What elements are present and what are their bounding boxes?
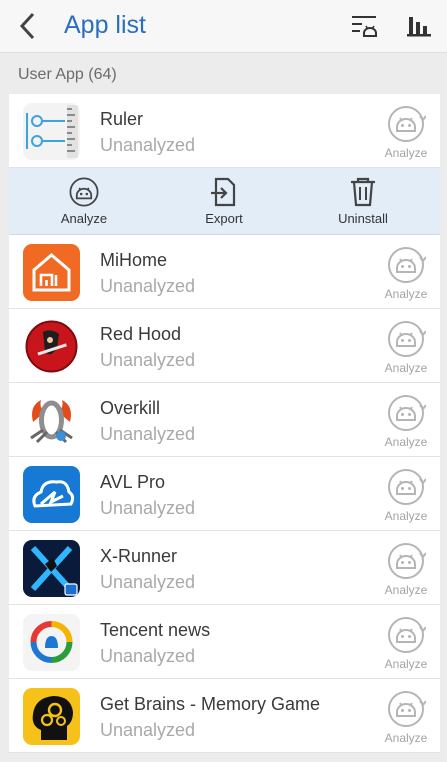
uninstall-label: Uninstall (338, 211, 388, 226)
red-hood-app-icon (23, 318, 80, 375)
get-brains-app-icon (23, 688, 80, 745)
app-name: MiHome (100, 250, 168, 270)
mihome-app-icon (23, 244, 80, 301)
analyze-action-label: Analyze (60, 211, 108, 226)
analyze-label: Analyze (384, 287, 428, 301)
list-item[interactable]: MiHome Unanalyzed Analyze (9, 235, 440, 309)
analyze-label: Analyze (384, 361, 428, 375)
list-item[interactable]: AVL Pro Unanalyzed Analyze (9, 457, 440, 531)
app-status: Unanalyzed (100, 572, 196, 592)
tencent-news-app-icon (23, 614, 80, 671)
analyze-icon (386, 467, 426, 507)
analyze-icon (386, 615, 426, 655)
analyze-button[interactable]: Analyze (378, 615, 434, 673)
export-icon (211, 177, 236, 207)
back-arrow-icon[interactable] (14, 10, 42, 42)
app-name: Tencent news (100, 620, 211, 640)
trash-icon (351, 177, 375, 207)
avl-pro-app-icon (23, 466, 80, 523)
analyze-label: Analyze (384, 731, 428, 745)
ruler-app-icon (23, 103, 80, 160)
analyze-icon (386, 319, 426, 359)
list-item[interactable]: Ruler Unanalyzed Analyze (9, 94, 440, 168)
app-name: Get Brains - Memory Game (100, 694, 321, 714)
analyze-icon (386, 541, 426, 581)
analyze-button[interactable]: Analyze (378, 467, 434, 525)
app-name: AVL Pro (100, 472, 166, 492)
analyze-button[interactable]: Analyze (378, 245, 434, 303)
app-name: Ruler (100, 109, 144, 129)
list-item[interactable]: Red Hood Unanalyzed Analyze (9, 309, 440, 383)
analyze-label: Analyze (384, 509, 428, 523)
list-item[interactable]: X-Runner Unanalyzed Analyze (9, 531, 440, 605)
analyze-icon (386, 245, 426, 285)
export-label: Export (205, 211, 243, 226)
app-status: Unanalyzed (100, 424, 196, 444)
analyze-label: Analyze (384, 435, 428, 449)
analyze-icon (386, 393, 426, 433)
app-status: Unanalyzed (100, 498, 196, 518)
overkill-app-icon (23, 392, 80, 449)
analyze-icon (386, 689, 426, 729)
export-button[interactable]: Export (184, 176, 264, 226)
list-item[interactable]: Tencent news Unanalyzed Analyze (9, 605, 440, 679)
analyze-label: Analyze (384, 146, 428, 160)
bar-chart-icon[interactable] (406, 13, 434, 39)
analyze-label: Analyze (384, 583, 428, 597)
filter-android-icon[interactable] (350, 13, 378, 39)
section-header: User App (64) (18, 66, 117, 83)
analyze-icon (386, 104, 426, 144)
uninstall-button[interactable]: Uninstall (323, 176, 403, 226)
list-item[interactable]: Overkill Unanalyzed Analyze (9, 383, 440, 457)
top-app-bar: App list (0, 0, 447, 53)
app-name: Overkill (100, 398, 161, 418)
analyze-icon (69, 177, 99, 207)
list-item[interactable]: Get Brains - Memory Game Unanalyzed Anal… (9, 679, 440, 753)
app-action-bar: Analyze Export Uninstall (9, 168, 440, 235)
app-name: Red Hood (100, 324, 182, 344)
analyze-button[interactable]: Analyze (378, 319, 434, 377)
analyze-button[interactable]: Analyze (378, 104, 434, 162)
app-status: Unanalyzed (100, 135, 196, 155)
analyze-button[interactable]: Analyze (378, 541, 434, 599)
analyze-button[interactable]: Analyze (378, 393, 434, 451)
analyze-button[interactable]: Analyze (378, 689, 434, 747)
app-name: X-Runner (100, 546, 178, 566)
analyze-action-button[interactable]: Analyze (44, 176, 124, 226)
app-status: Unanalyzed (100, 646, 196, 666)
x-runner-app-icon (23, 540, 80, 597)
app-status: Unanalyzed (100, 276, 196, 296)
app-status: Unanalyzed (100, 350, 196, 370)
page-title: App list (64, 11, 146, 39)
analyze-label: Analyze (384, 657, 428, 671)
app-list: Ruler Unanalyzed Analyze Analyze Export … (9, 94, 440, 753)
app-status: Unanalyzed (100, 720, 196, 740)
